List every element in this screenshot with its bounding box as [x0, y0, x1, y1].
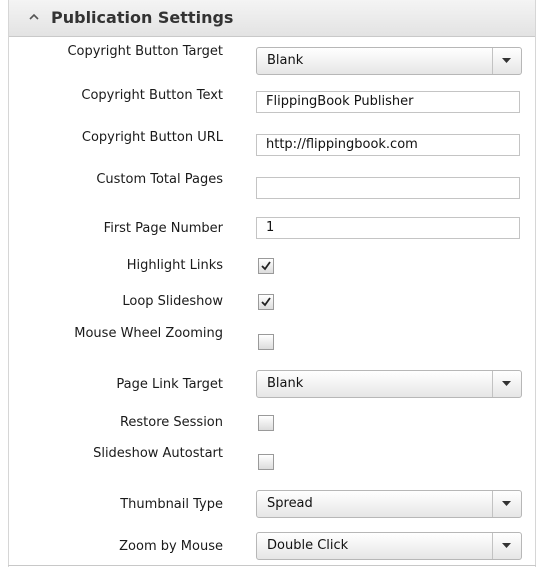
- copyright-button-target-label: Copyright Button Target: [67, 44, 223, 59]
- chevron-up-icon[interactable]: [27, 10, 41, 24]
- chevron-down-icon: [502, 381, 511, 386]
- first-page-number-field[interactable]: 1: [256, 217, 520, 239]
- dropdown-button[interactable]: [492, 48, 521, 74]
- highlight-links-label: Highlight Links: [126, 258, 223, 273]
- first-page-number-label: First Page Number: [103, 221, 223, 236]
- restore-session-checkbox[interactable]: [258, 415, 274, 431]
- highlight-links-checkbox[interactable]: [258, 258, 274, 274]
- copyright-button-text-label: Copyright Button Text: [81, 88, 223, 103]
- slideshow-autostart-checkbox[interactable]: [258, 454, 274, 470]
- thumbnail-type-label: Thumbnail Type: [120, 497, 223, 512]
- slideshow-autostart-label: Slideshow Autostart: [93, 446, 223, 461]
- loop-slideshow-checkbox[interactable]: [258, 294, 274, 310]
- dropdown-button[interactable]: [492, 533, 521, 559]
- panel-left-border: [8, 0, 9, 567]
- copyright-button-url-field[interactable]: http://flippingbook.com: [256, 134, 520, 156]
- mouse-wheel-zooming-checkbox[interactable]: [258, 334, 274, 350]
- zoom-by-mouse-dropdown[interactable]: Double Click: [256, 532, 522, 560]
- page-link-target-value: Blank: [267, 376, 304, 391]
- publication-settings-header[interactable]: Publication Settings: [9, 0, 535, 37]
- zoom-by-mouse-label: Zoom by Mouse: [119, 539, 223, 554]
- checkmark-icon: [261, 261, 271, 271]
- thumbnail-type-dropdown[interactable]: Spread: [256, 490, 522, 518]
- custom-total-pages-field[interactable]: [256, 177, 520, 199]
- mouse-wheel-zooming-label: Mouse Wheel Zooming: [74, 326, 223, 341]
- chevron-down-icon: [502, 543, 511, 548]
- dropdown-button[interactable]: [492, 491, 521, 517]
- chevron-down-icon: [502, 58, 511, 63]
- chevron-down-icon: [502, 501, 511, 506]
- thumbnail-type-value: Spread: [267, 496, 313, 511]
- zoom-by-mouse-value: Double Click: [267, 538, 349, 553]
- copyright-button-url-label: Copyright Button URL: [81, 130, 223, 145]
- loop-slideshow-label: Loop Slideshow: [122, 294, 223, 309]
- checkmark-icon: [261, 297, 271, 307]
- panel-bottom-border: [8, 565, 536, 566]
- custom-total-pages-label: Custom Total Pages: [96, 172, 223, 187]
- panel-title: Publication Settings: [51, 8, 234, 27]
- page-link-target-label: Page Link Target: [116, 377, 223, 392]
- copyright-button-target-value: Blank: [267, 53, 304, 68]
- panel-right-border: [535, 0, 536, 567]
- page-link-target-dropdown[interactable]: Blank: [256, 370, 522, 398]
- copyright-button-text-field[interactable]: FlippingBook Publisher: [256, 91, 520, 113]
- restore-session-label: Restore Session: [119, 415, 223, 430]
- dropdown-button[interactable]: [492, 371, 521, 397]
- copyright-button-target-dropdown[interactable]: Blank: [256, 47, 522, 75]
